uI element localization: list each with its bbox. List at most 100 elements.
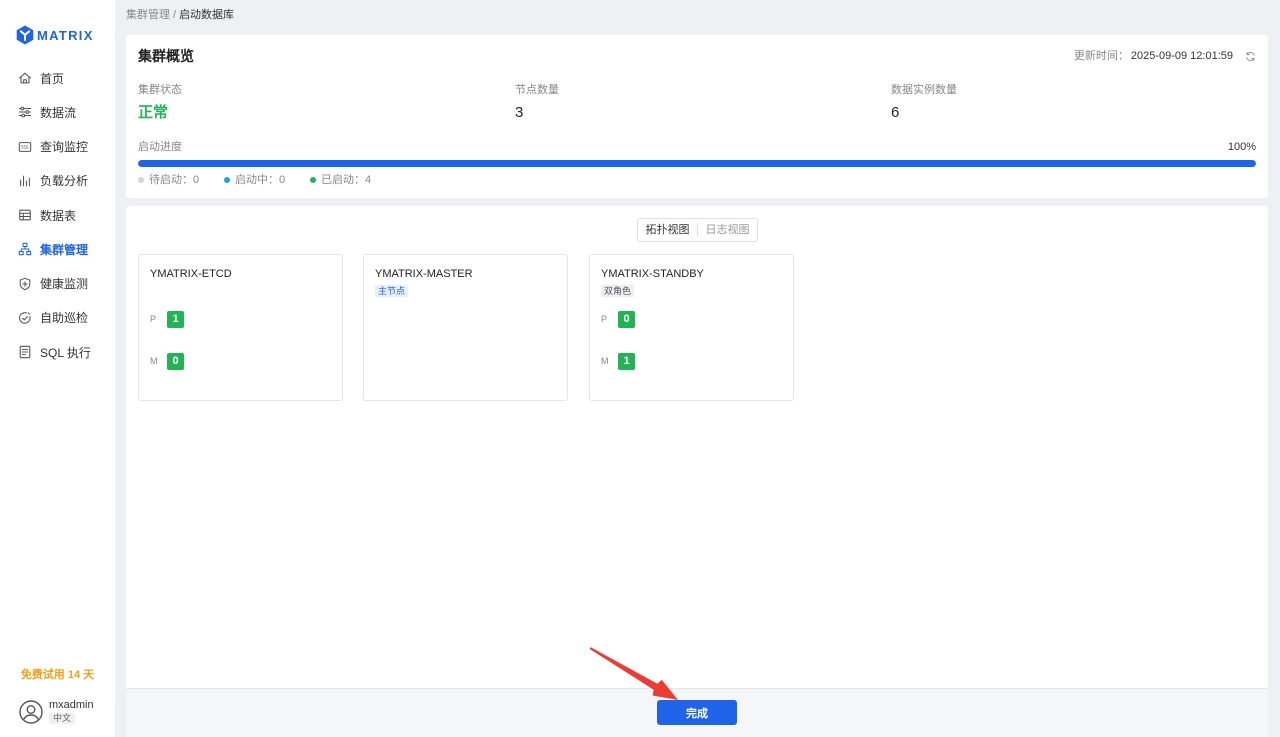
legend-count: 0 [193, 174, 200, 186]
inspection-icon [18, 311, 32, 325]
progress-legend: 待启动： 0 启动中： 0 已启动： 4 [138, 173, 396, 187]
sidebar-item-query-monitor[interactable]: SQL 查询监控 [0, 130, 115, 164]
sidebar-item-label: 查询监控 [40, 140, 89, 155]
topology-card: 拓扑视图 日志视图 YMATRIX-ETCD P 1 M 0 YMATRIX-M… [126, 206, 1268, 688]
sidebar-item-label: SQL 执行 [40, 345, 91, 360]
stat-label: 节点数量 [515, 84, 559, 96]
trial-notice[interactable]: 免费试用 14 天 [0, 668, 115, 682]
logo[interactable]: MATRIX [16, 25, 94, 45]
node-name: YMATRIX-ETCD [150, 268, 232, 280]
breadcrumb: 集群管理 / 启动数据库 [126, 9, 234, 22]
sidebar: MATRIX 首页 数据流 SQL 查询监控 负载分析 数据表 集群管理 健康监… [0, 0, 115, 737]
update-time: 更新时间： 2025-09-09 12:01:59 [1074, 50, 1256, 63]
role-row-primary: P 0 [601, 310, 635, 328]
sql-monitor-icon: SQL [18, 140, 32, 154]
language-switch[interactable]: 中文 [49, 713, 76, 724]
role-count-badge: 0 [167, 352, 184, 370]
legend-count: 0 [279, 174, 286, 186]
ymatrix-hexagon-logo-icon [16, 25, 34, 45]
node-name: YMATRIX-STANDBY [601, 268, 704, 280]
sidebar-item-home[interactable]: 首页 [0, 61, 115, 95]
sql-document-icon [18, 345, 32, 359]
node-role-tag: 双角色 [601, 285, 635, 297]
breadcrumb-separator: / [173, 9, 177, 21]
role-label: M [601, 356, 609, 366]
role-label: P [150, 314, 157, 324]
card-title: 集群概览 [138, 48, 194, 64]
legend-item-started: 已启动： 4 [310, 173, 396, 187]
user-name: mxadmin [49, 699, 94, 711]
sidebar-item-health-monitor[interactable]: 健康监测 [0, 267, 115, 301]
sidebar-item-label: 数据流 [40, 105, 77, 120]
stat-value: 6 [891, 104, 900, 121]
progress-percent: 100% [1227, 141, 1256, 153]
sidebar-item-data-flow[interactable]: 数据流 [0, 95, 115, 129]
legend-item-pending: 待启动： 0 [138, 173, 224, 187]
stat-label: 集群状态 [138, 84, 182, 96]
sidebar-item-sql-execute[interactable]: SQL 执行 [0, 335, 115, 369]
role-label: P [601, 314, 608, 324]
refresh-icon[interactable] [1245, 51, 1256, 62]
sidebar-item-label: 负载分析 [40, 174, 89, 189]
tab-topology-view[interactable]: 拓扑视图 [638, 223, 697, 237]
logo-text: MATRIX [37, 27, 94, 43]
sidebar-nav: 首页 数据流 SQL 查询监控 负载分析 数据表 集群管理 健康监测 自助巡检 [0, 61, 115, 369]
sidebar-item-cluster-management[interactable]: 集群管理 [0, 232, 115, 266]
bar-chart-icon [18, 174, 32, 188]
tab-log-view[interactable]: 日志视图 [698, 223, 757, 237]
legend-label: 启动中： [235, 174, 279, 186]
user-avatar-icon [19, 699, 43, 724]
node-card-etcd[interactable]: YMATRIX-ETCD P 1 M 0 [138, 254, 343, 401]
user-profile[interactable]: mxadmin 中文 [19, 699, 94, 724]
shield-plus-icon [18, 277, 32, 291]
sidebar-item-label: 集群管理 [40, 242, 89, 257]
stat-instance-count: 数据实例数量 6 [891, 83, 957, 122]
sidebar-item-label: 自助巡检 [40, 311, 89, 326]
node-role-tag: 主节点 [375, 285, 409, 297]
sidebar-item-label: 首页 [40, 71, 65, 86]
view-switch: 拓扑视图 日志视图 [637, 218, 758, 242]
node-card-standby[interactable]: YMATRIX-STANDBY 双角色 P 0 M 1 [589, 254, 794, 401]
home-icon [18, 71, 32, 85]
done-button[interactable]: 完成 [657, 700, 737, 725]
legend-count: 4 [365, 174, 372, 186]
role-row-primary: P 1 [150, 310, 184, 328]
legend-item-starting: 启动中： 0 [224, 173, 310, 187]
stat-cluster-status: 集群状态 正常 [138, 83, 182, 122]
role-row-mirror: M 1 [601, 352, 635, 370]
role-count-badge: 0 [618, 310, 635, 328]
update-time-value: 2025-09-09 12:01:59 [1130, 50, 1233, 62]
progress-label: 启动进度 [138, 141, 182, 153]
role-row-mirror: M 0 [150, 352, 184, 370]
stat-value: 3 [515, 104, 524, 121]
legend-dot [224, 177, 230, 183]
node-card-master[interactable]: YMATRIX-MASTER 主节点 [363, 254, 568, 401]
action-footer: 完成 [126, 688, 1268, 737]
sidebar-item-label: 健康监测 [40, 277, 89, 292]
breadcrumb-parent[interactable]: 集群管理 [126, 9, 170, 21]
stat-value: 正常 [138, 104, 169, 121]
legend-dot [138, 177, 144, 183]
legend-label: 已启动： [321, 174, 365, 186]
role-label: M [150, 356, 158, 366]
cluster-overview-card: 集群概览 更新时间： 2025-09-09 12:01:59 集群状态 正常 节… [126, 35, 1268, 198]
sidebar-item-data-tables[interactable]: 数据表 [0, 198, 115, 232]
legend-dot [310, 177, 316, 183]
data-flow-icon [18, 105, 32, 119]
role-count-badge: 1 [618, 352, 635, 370]
progress-bar [138, 160, 1256, 167]
user-meta: mxadmin 中文 [49, 699, 94, 724]
stat-label: 数据实例数量 [891, 84, 957, 96]
role-count-badge: 1 [167, 310, 184, 328]
cluster-icon [18, 242, 32, 256]
table-icon [18, 208, 32, 222]
sidebar-item-load-analysis[interactable]: 负载分析 [0, 164, 115, 198]
progress-fill [138, 160, 1256, 167]
svg-text:SQL: SQL [21, 144, 30, 149]
node-name: YMATRIX-MASTER [375, 268, 473, 280]
legend-label: 待启动： [149, 174, 193, 186]
update-time-label: 更新时间： [1073, 50, 1129, 62]
sidebar-item-self-inspection[interactable]: 自助巡检 [0, 301, 115, 335]
stat-node-count: 节点数量 3 [515, 83, 559, 122]
breadcrumb-current: 启动数据库 [179, 9, 235, 21]
